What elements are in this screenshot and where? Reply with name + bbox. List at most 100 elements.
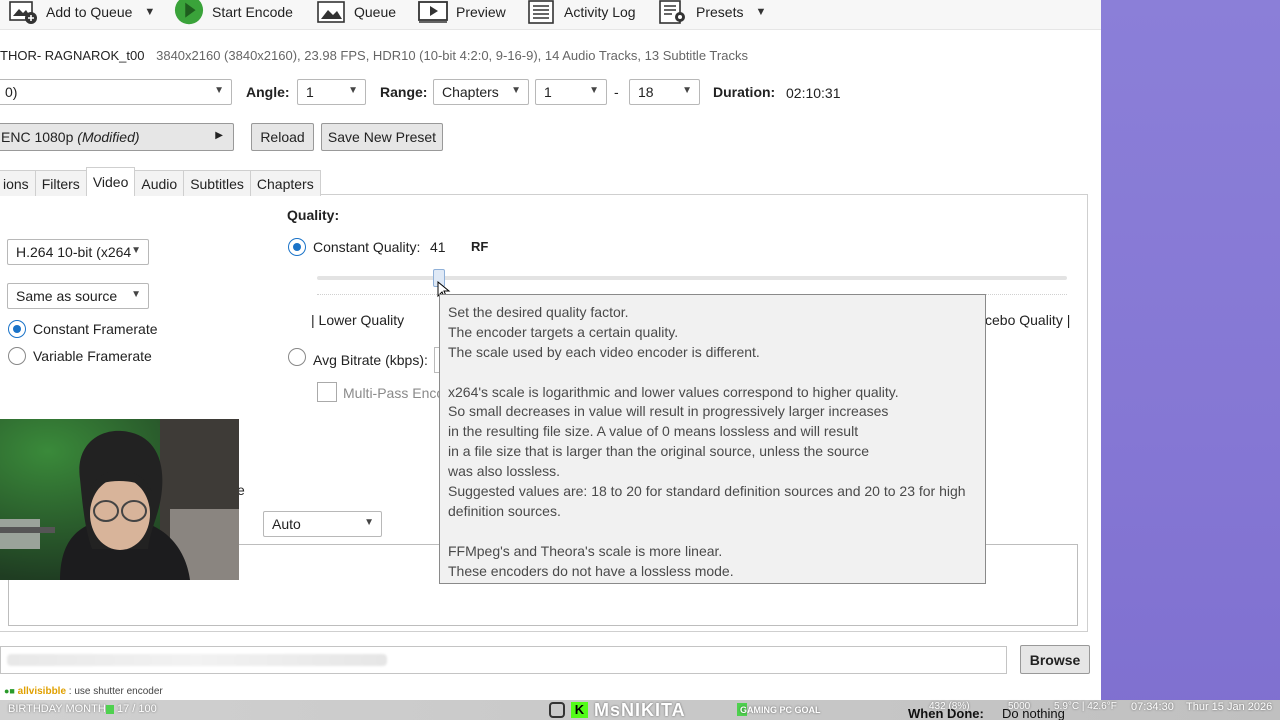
range-type-value: Chapters — [442, 84, 499, 100]
chevron-down-icon: ▼ — [131, 289, 141, 300]
presets-label: Presets — [696, 4, 744, 20]
source-details: 3840x2160 (3840x2160), 23.98 FPS, HDR10 … — [156, 48, 748, 63]
chevron-down-icon: ▼ — [682, 85, 692, 96]
variable-framerate-radio[interactable] — [8, 347, 26, 365]
preview-icon — [418, 0, 448, 24]
activity-log-label: Activity Log — [564, 4, 636, 20]
reload-button[interactable]: Reload — [251, 123, 314, 151]
range-end-select[interactable]: 18 ▼ — [629, 79, 700, 105]
tab-audio[interactable]: Audio — [134, 170, 185, 196]
webcam-overlay — [0, 419, 239, 580]
start-encode-button[interactable]: Start Encode — [174, 0, 293, 25]
stream-status-bar: BIRTHDAY MONTH 17 / 100 K MsNIKITA GAMIN… — [0, 700, 1280, 720]
video-encoder-value: H.264 10-bit (x264 — [16, 244, 132, 260]
multipass-checkbox[interactable] — [317, 382, 337, 402]
tab-chapters[interactable]: Chapters — [249, 170, 321, 196]
chevron-down-icon: ▼ — [214, 85, 224, 96]
goal-target: 5000 — [1008, 701, 1031, 712]
preset-name: ENC 1080p — [1, 129, 74, 145]
add-to-queue-button[interactable]: Add to Queue ▼ — [8, 0, 155, 24]
tooltip-line: in a file size that is larger than the o… — [448, 443, 870, 460]
tooltip-line: FFMpeg's and Theora's scale is more line… — [448, 542, 723, 559]
tooltip-line: in the resulting file size. A value of 0… — [448, 423, 859, 440]
chat-message: ●■ allvisibble : use shutter encoder — [4, 686, 163, 697]
start-encode-label: Start Encode — [212, 4, 293, 20]
title-select[interactable]: 0) ▼ — [0, 79, 232, 105]
browse-button[interactable]: Browse — [1020, 645, 1090, 674]
birthday-progress-fill — [106, 705, 114, 714]
quality-slider-track[interactable] — [317, 276, 1067, 280]
tooltip-line: These encoders do not have a lossless mo… — [448, 562, 734, 579]
kick-icon: K — [571, 702, 588, 718]
constant-quality-radio[interactable] — [288, 238, 306, 256]
lower-quality-label: | Lower Quality — [311, 312, 405, 328]
video-encoder-select[interactable]: H.264 10-bit (x264 ▼ — [7, 239, 149, 265]
chat-badge-icon: ●■ — [4, 686, 15, 696]
temperature: 5.9°C | 42.6°F — [1054, 701, 1117, 712]
activity-log-icon — [526, 0, 556, 24]
clock-date: Thur 15 Jan 2026 — [1186, 701, 1273, 713]
range-end-value: 18 — [638, 84, 654, 100]
chat-username: allvisibble — [17, 686, 67, 697]
avg-bitrate-label: Avg Bitrate (kbps): — [313, 352, 428, 368]
activity-log-button[interactable]: Activity Log — [526, 0, 636, 24]
constant-framerate-label: Constant Framerate — [33, 321, 158, 337]
constant-framerate-radio[interactable] — [8, 320, 26, 338]
preset-modified: (Modified) — [77, 129, 140, 145]
preview-button[interactable]: Preview — [418, 0, 506, 24]
placebo-quality-label: cebo Quality | — [985, 312, 1071, 328]
framerate-value: Same as source — [16, 288, 118, 304]
preview-label: Preview — [456, 4, 506, 20]
range-start-select[interactable]: 1 ▼ — [535, 79, 607, 105]
instagram-icon — [549, 702, 565, 718]
chevron-right-icon: ▶ — [215, 130, 223, 141]
range-separator: - — [614, 84, 619, 100]
presets-button[interactable]: Presets ▼ — [658, 0, 766, 24]
save-new-preset-button[interactable]: Save New Preset — [321, 123, 443, 151]
source-title: THOR- RAGNAROK_t00 — [0, 48, 145, 63]
chat-text: : use shutter encoder — [68, 686, 163, 697]
tooltip-line: x264's scale is logarithmic and lower va… — [448, 383, 899, 400]
framerate-select[interactable]: Same as source ▼ — [7, 283, 149, 309]
tab-bar: ions Filters Video Audio Subtitles Chapt… — [0, 167, 321, 196]
tooltip-line: The encoder targets a certain quality. — [448, 323, 679, 340]
angle-select[interactable]: 1 ▼ — [297, 79, 366, 105]
chevron-down-icon: ▼ — [364, 517, 374, 528]
quality-heading: Quality: — [287, 207, 340, 223]
blurred-path — [7, 654, 387, 666]
quality-tooltip: Set the desired quality factor. The encod… — [439, 294, 986, 584]
destination-path-input[interactable] — [0, 646, 1007, 674]
range-type-select[interactable]: Chapters ▼ — [433, 79, 529, 105]
angle-value: 1 — [306, 84, 314, 100]
chevron-down-icon: ▼ — [589, 85, 599, 96]
constant-quality-label: Constant Quality: — [313, 239, 421, 255]
level-select[interactable]: Auto ▼ — [263, 511, 382, 537]
birthday-count: 17 / 100 — [117, 703, 157, 715]
presets-icon — [658, 0, 688, 24]
title-select-value: 0) — [5, 84, 18, 100]
rf-label: RF — [471, 239, 489, 254]
range-label: Range: — [380, 84, 428, 100]
chevron-down-icon: ▼ — [348, 85, 358, 96]
add-queue-icon — [8, 0, 38, 24]
avg-bitrate-radio[interactable] — [288, 348, 306, 366]
tooltip-line: Set the desired quality factor. — [448, 304, 629, 320]
birthday-month-label: BIRTHDAY MONTH — [8, 703, 106, 715]
tab-subtitles[interactable]: Subtitles — [183, 170, 251, 196]
tab-filters[interactable]: Filters — [34, 170, 87, 196]
tab-dimensions[interactable]: ions — [0, 170, 36, 196]
tooltip-line: The scale used by each video encoder is … — [448, 343, 760, 360]
chevron-down-icon: ▼ — [755, 6, 767, 18]
queue-icon — [316, 0, 346, 24]
side-panel-background — [1101, 0, 1280, 720]
webcam-image — [0, 419, 239, 580]
tooltip-line: was also lossless. — [448, 463, 561, 480]
tab-video[interactable]: Video — [85, 167, 136, 196]
queue-button[interactable]: Queue — [316, 0, 396, 24]
handbrake-window: Add to Queue ▼ Start Encode Queue Previe… — [0, 0, 1101, 720]
tooltip-line — [448, 363, 977, 383]
preset-selector[interactable]: ENC 1080p (Modified) ▶ — [0, 123, 234, 151]
duration-value: 02:10:31 — [786, 85, 841, 101]
clock-time: 07:34:30 — [1131, 701, 1174, 713]
source-info: THOR- RAGNAROK_t00 3840x2160 (3840x2160)… — [0, 48, 748, 63]
